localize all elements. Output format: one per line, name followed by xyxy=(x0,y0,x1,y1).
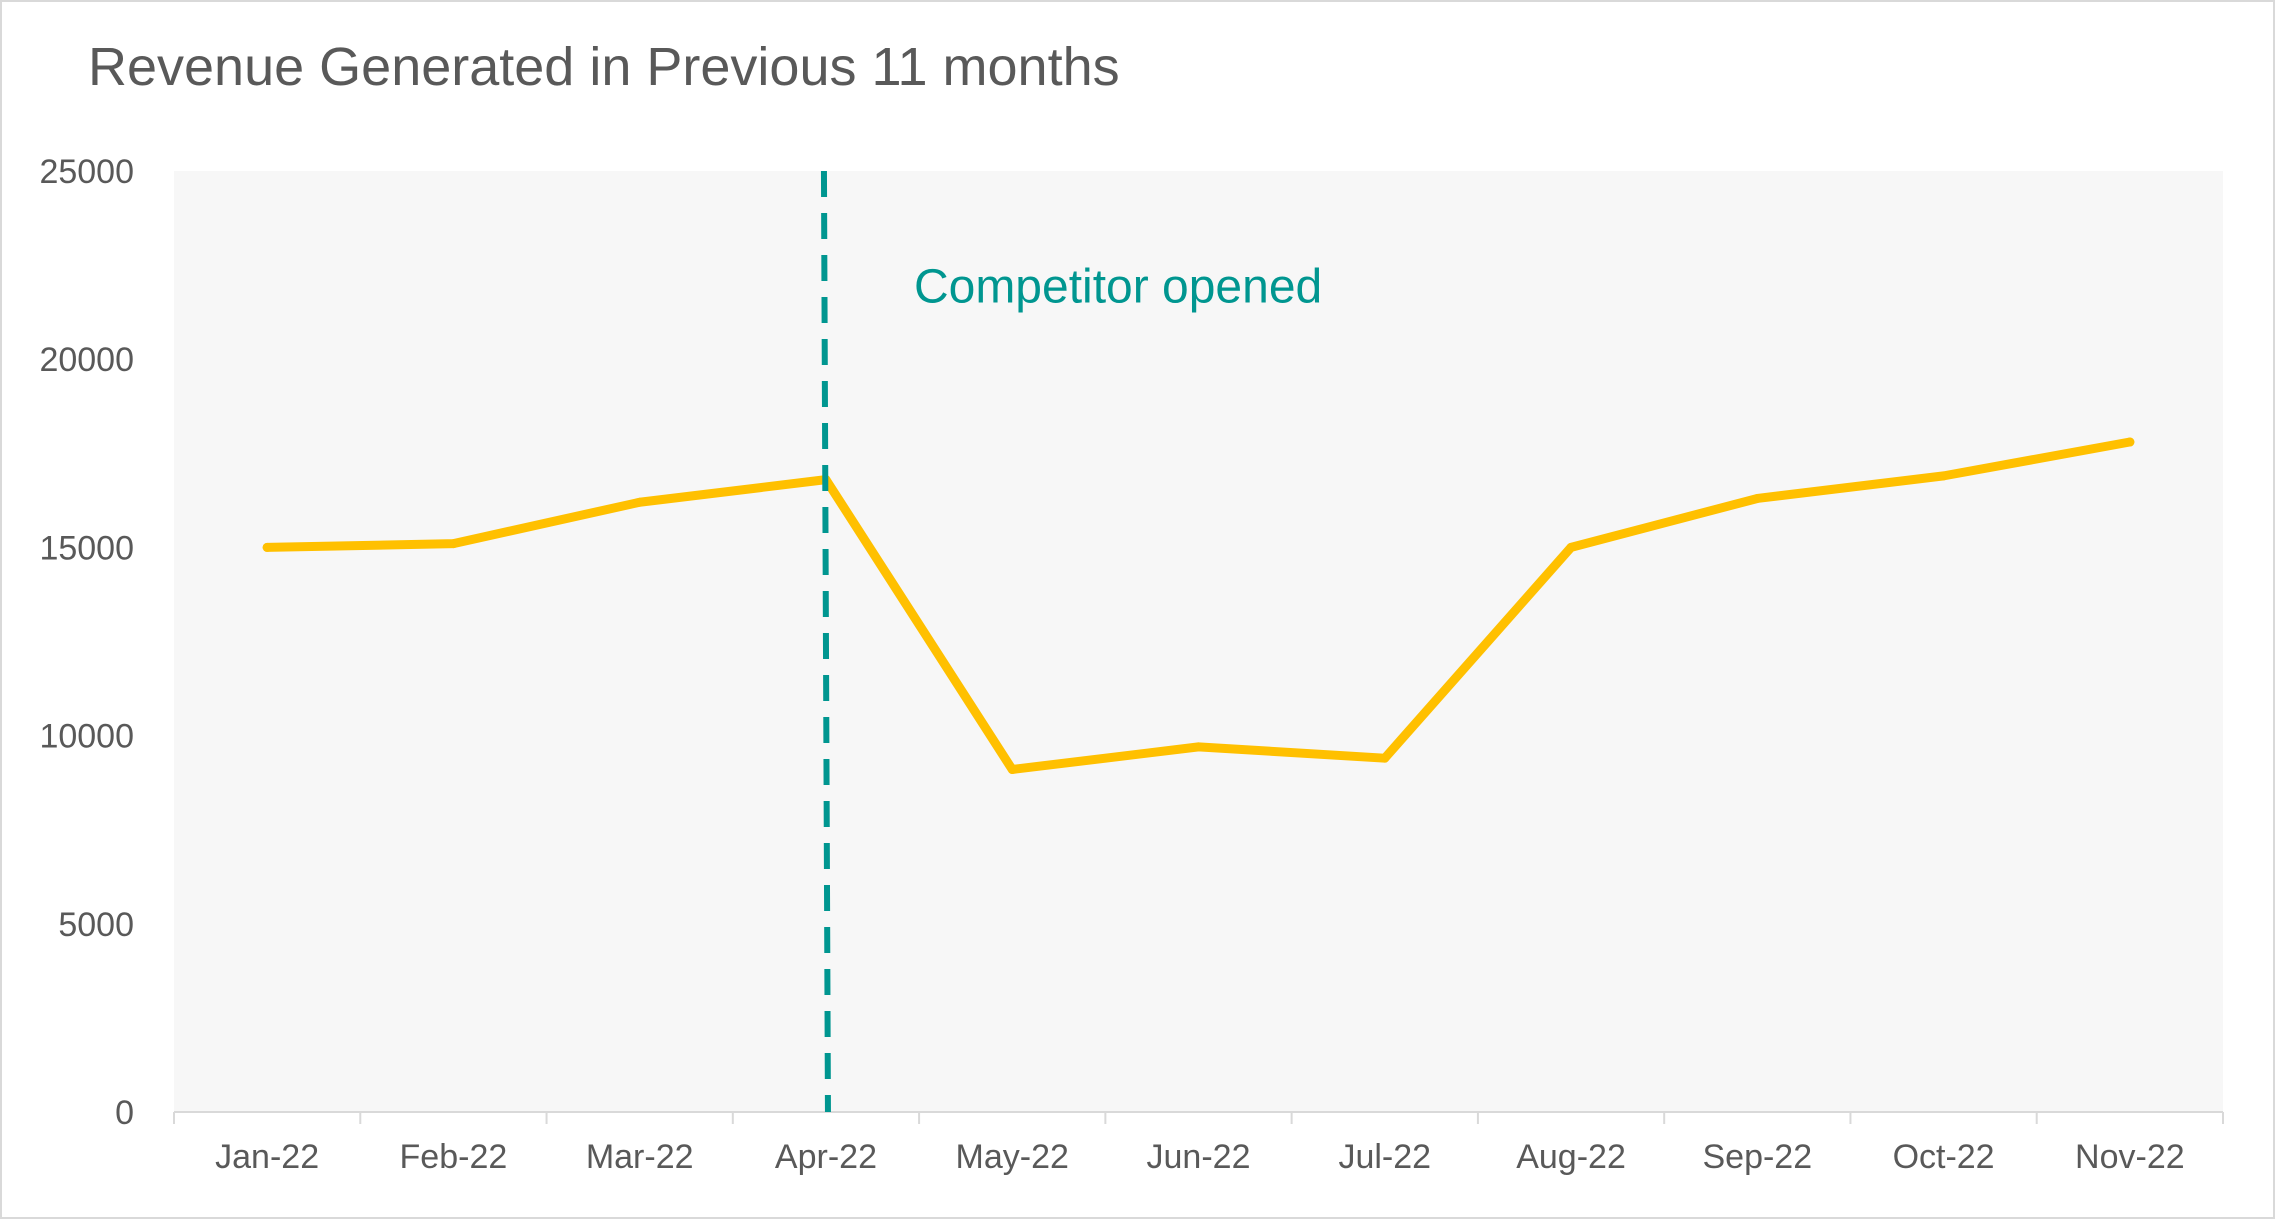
annotation-label: Competitor opened xyxy=(914,261,1322,314)
x-tick-label: Mar-22 xyxy=(586,1138,694,1176)
data-point xyxy=(2125,437,2135,447)
y-tick-label: 25000 xyxy=(39,153,134,191)
y-axis-labels: 0 5000 10000 15000 20000 25000 xyxy=(39,153,134,1132)
data-point xyxy=(1380,753,1390,763)
x-tick-label: Sep-22 xyxy=(1702,1138,1812,1176)
data-point xyxy=(262,542,272,552)
y-tick-label: 5000 xyxy=(58,906,134,944)
x-tick-label: Jul-22 xyxy=(1338,1138,1431,1176)
data-point xyxy=(1194,742,1203,752)
data-point xyxy=(1566,542,1576,552)
x-axis-labels: Jan-22 Feb-22 Mar-22 Apr-22 May-22 Jun-22 Jul-… xyxy=(215,1138,2185,1176)
y-tick-label: 10000 xyxy=(39,718,134,756)
data-point xyxy=(1007,764,1017,774)
annotation-line xyxy=(820,170,831,1113)
y-tick-label: 15000 xyxy=(39,529,134,567)
y-tick-label: 20000 xyxy=(39,341,134,379)
x-tick-label: Jan-22 xyxy=(215,1138,319,1176)
x-tick-label: Aug-22 xyxy=(1516,1138,1626,1176)
x-tick-label: Oct-22 xyxy=(1893,1138,1995,1176)
x-tick-label: Apr-22 xyxy=(775,1138,877,1176)
data-point xyxy=(635,497,645,507)
x-tick-label: May-22 xyxy=(956,1138,1069,1176)
data-point xyxy=(1752,493,1762,503)
y-tick-label: 0 xyxy=(115,1094,134,1132)
line-chart: Jan-22 Feb-22 Mar-22 Apr-22 May-22 Jun-22 Jul-… xyxy=(39,153,2224,1176)
x-axis-ticks xyxy=(173,1112,2224,1124)
x-tick-label: Jun-22 xyxy=(1147,1138,1251,1176)
data-point xyxy=(1939,471,1949,481)
x-tick-label: Feb-22 xyxy=(400,1138,508,1176)
data-point xyxy=(448,539,458,549)
x-tick-label: Nov-22 xyxy=(2075,1138,2185,1176)
